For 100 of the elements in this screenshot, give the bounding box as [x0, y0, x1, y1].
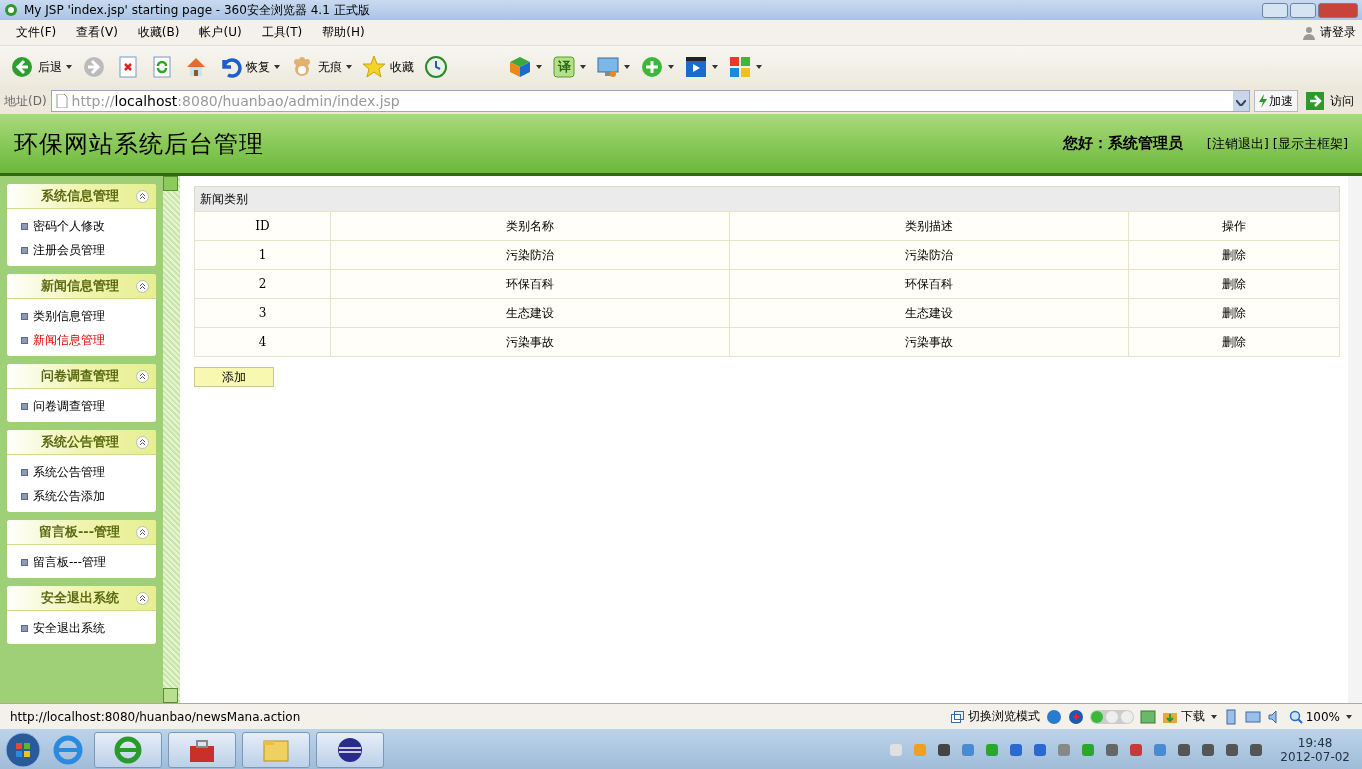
- sidebar-link[interactable]: 留言板---管理: [33, 553, 106, 571]
- collapse-icon[interactable]: [136, 189, 149, 203]
- sidebar-link[interactable]: 新闻信息管理: [33, 331, 105, 349]
- window-icon[interactable]: [1139, 708, 1156, 725]
- panel-title[interactable]: 系统信息管理: [7, 187, 136, 205]
- sidebar-link[interactable]: 密码个人修改: [33, 217, 105, 235]
- restore-button[interactable]: [1290, 2, 1316, 18]
- toolbar-label[interactable]: 收藏: [390, 58, 414, 76]
- medical-icon[interactable]: [1067, 708, 1084, 725]
- video-icon[interactable]: [684, 55, 708, 79]
- scrollbar[interactable]: [1348, 176, 1362, 703]
- history-dropdown[interactable]: [1233, 91, 1249, 111]
- sidebar-link[interactable]: 系统公告管理: [33, 463, 105, 481]
- menu-item[interactable]: 查看(V): [66, 24, 128, 41]
- menu-item[interactable]: 工具(T): [251, 24, 313, 41]
- menu-item[interactable]: 帮助(H): [312, 24, 375, 41]
- clock[interactable]: 19:48 2012-07-02: [1280, 736, 1350, 764]
- dropdown-caret-icon[interactable]: [712, 65, 718, 69]
- panel-title[interactable]: 系统公告管理: [7, 433, 136, 451]
- tray-icon[interactable]: [1200, 742, 1217, 758]
- table-cell: 污染防治: [729, 240, 1129, 270]
- sidebar-link[interactable]: 问卷调查管理: [33, 397, 105, 415]
- menu-item[interactable]: 帐户(U): [189, 24, 252, 41]
- panel-header[interactable]: 留言板---管理: [7, 520, 156, 545]
- start-button[interactable]: [4, 731, 42, 769]
- delete-link[interactable]: 删除: [1128, 298, 1340, 328]
- apps-icon[interactable]: [728, 55, 752, 79]
- panel-title[interactable]: 安全退出系统: [7, 589, 136, 607]
- window-title: My JSP 'index.jsp' starting page - 360安全浏览器 4.1 正式版: [24, 1, 370, 19]
- dropdown-caret-icon[interactable]: [536, 65, 542, 69]
- panel-header[interactable]: 问卷调查管理: [7, 364, 156, 389]
- panel-title[interactable]: 留言板---管理: [7, 523, 136, 541]
- chevron-down-icon: [1236, 99, 1246, 106]
- clock-icon[interactable]: [424, 55, 448, 79]
- tray-icon[interactable]: [1104, 742, 1121, 758]
- taskbar-button[interactable]: [316, 732, 384, 768]
- sidebar-link[interactable]: 安全退出系统: [33, 619, 105, 637]
- header-link[interactable]: [显示主框架]: [1272, 134, 1348, 153]
- collapse-icon[interactable]: [136, 369, 149, 383]
- tray-icon[interactable]: [1128, 742, 1145, 758]
- panel-header[interactable]: 系统公告管理: [7, 430, 156, 455]
- panel-header[interactable]: 新闻信息管理: [7, 274, 156, 299]
- login-link[interactable]: 请登录: [1320, 24, 1356, 41]
- translate-label[interactable]: 译: [552, 55, 576, 79]
- dropdown-caret-icon[interactable]: [346, 65, 352, 69]
- tray-icon[interactable]: [1176, 742, 1193, 758]
- go-button[interactable]: 访问: [1302, 92, 1358, 110]
- refresh-icon[interactable]: [150, 55, 174, 79]
- taskbar-button[interactable]: [168, 732, 236, 768]
- panel-title[interactable]: 问卷调查管理: [7, 367, 136, 385]
- delete-link[interactable]: 删除: [1128, 269, 1340, 299]
- collapse-icon[interactable]: [136, 435, 149, 449]
- dropdown-caret-icon[interactable]: [756, 65, 762, 69]
- sidebar-link[interactable]: 注册会员管理: [33, 241, 105, 259]
- menu-item[interactable]: 收藏(B): [127, 24, 190, 41]
- tray-icon[interactable]: [1032, 742, 1049, 758]
- sidebar-link[interactable]: 类别信息管理: [33, 307, 105, 325]
- zoom-button[interactable]: 100%: [1288, 709, 1340, 724]
- dropdown-caret-icon[interactable]: [624, 65, 630, 69]
- collapse-icon[interactable]: [136, 591, 149, 605]
- add-button[interactable]: 添加: [194, 367, 274, 387]
- sidebar-link[interactable]: 系统公告添加: [33, 487, 105, 505]
- dropdown-caret-icon[interactable]: [580, 65, 586, 69]
- tray-icon[interactable]: [1248, 742, 1265, 758]
- collapse-handle[interactable]: [163, 176, 178, 191]
- delete-link[interactable]: 删除: [1128, 327, 1340, 357]
- tray-icon[interactable]: [1008, 742, 1025, 758]
- panel-header[interactable]: 安全退出系统: [7, 586, 156, 611]
- stop-icon[interactable]: [116, 55, 140, 79]
- cube-icon[interactable]: [508, 55, 532, 79]
- collapse-icon[interactable]: [136, 279, 149, 293]
- user-icon[interactable]: [1302, 25, 1316, 40]
- back-icon[interactable]: [10, 55, 34, 79]
- scroll-down-handle[interactable]: [163, 688, 178, 703]
- dropdown-caret-icon[interactable]: [66, 65, 72, 69]
- menu-item[interactable]: 文件(F): [6, 24, 67, 41]
- download-button[interactable]: 下载: [1161, 708, 1205, 725]
- star-icon[interactable]: [362, 55, 386, 79]
- toolbar-label[interactable]: 恢复: [246, 58, 270, 76]
- delete-link[interactable]: 删除: [1128, 240, 1340, 270]
- tray-icon[interactable]: [936, 742, 953, 758]
- toolbar-label[interactable]: 后退: [38, 58, 62, 76]
- dropdown-caret-icon[interactable]: [1210, 714, 1217, 719]
- toolbar-label[interactable]: 无痕: [318, 58, 342, 76]
- dropdown-caret-icon[interactable]: [1346, 714, 1352, 719]
- speed-button[interactable]: 加速: [1254, 90, 1298, 112]
- tray-icon[interactable]: [1224, 742, 1241, 758]
- dropdown-caret-icon[interactable]: [274, 65, 280, 69]
- browse-mode-button[interactable]: 切换浏览模式: [950, 708, 1040, 725]
- close-button[interactable]: [1318, 2, 1358, 18]
- header-link[interactable]: [注销退出]: [1206, 134, 1269, 153]
- minimize-button[interactable]: [1262, 2, 1288, 18]
- dropdown-caret-icon[interactable]: [668, 65, 674, 69]
- arrow-right-icon: [1306, 92, 1324, 110]
- toggle-icon[interactable]: [1089, 709, 1134, 724]
- window-icon[interactable]: [1244, 708, 1261, 725]
- panel-header[interactable]: 系统信息管理: [7, 184, 156, 209]
- address-field[interactable]: http://localhost:8080/huanbao/admin/index.jsp: [50, 90, 1250, 112]
- panel-title[interactable]: 新闻信息管理: [7, 277, 136, 295]
- collapse-icon[interactable]: [136, 525, 149, 539]
